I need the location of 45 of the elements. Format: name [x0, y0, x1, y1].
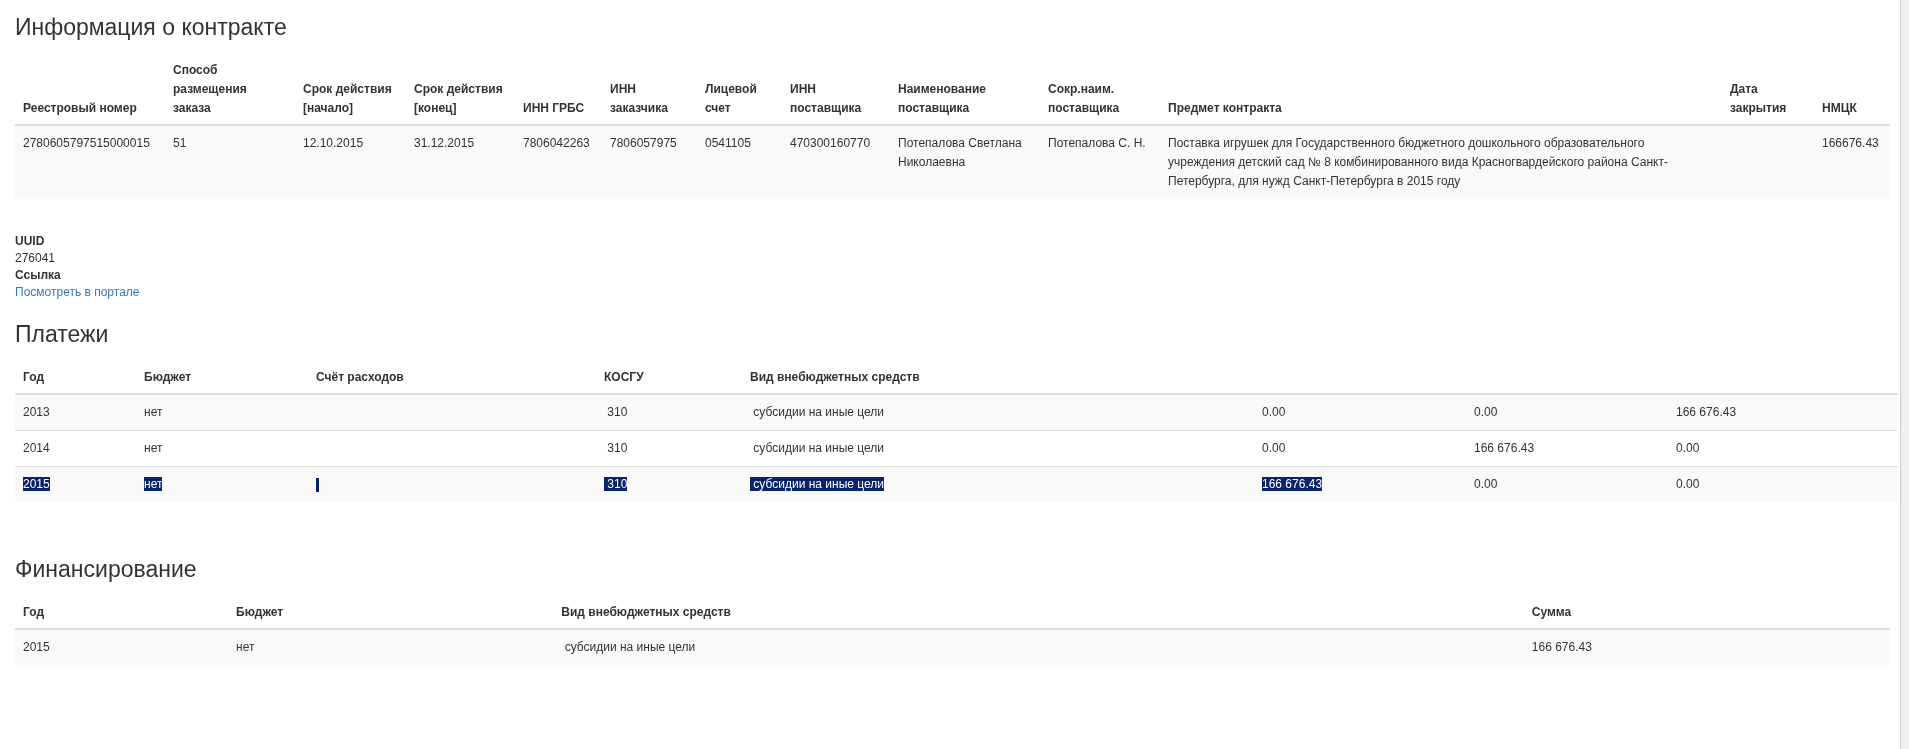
table-cell: 0.00 [1262, 441, 1286, 455]
table-cell: нет [144, 441, 163, 455]
table-cell: Потепалова С. Н. [1040, 125, 1160, 199]
section-title: Платежи [15, 321, 110, 348]
table-cell-text: 310 [606, 441, 628, 455]
table-cell: 2013 [23, 405, 50, 419]
section-title: Информация о контракте [15, 14, 288, 41]
table-cell: 31.12.2015 [406, 125, 515, 199]
table-cell: Потепалова Светлана Николаевна [890, 125, 1040, 199]
table-cell: 0.00 [1474, 477, 1498, 491]
table-cell-text: субсидии на иные цели [752, 441, 884, 455]
table-cell: субсидии на иные цели [750, 477, 884, 491]
table-cell: нет [144, 405, 163, 419]
table-cell: 0541105 [697, 125, 782, 199]
table-cell: 7806057975 [602, 125, 697, 199]
table-cell: 7806042263 [515, 125, 602, 199]
table-cell: 0.00 [1676, 477, 1700, 491]
section-title: Финансирование [15, 556, 198, 583]
table-cell: 2014 [23, 441, 50, 455]
table-cell: 2015 [15, 629, 229, 665]
table-cell: нет [144, 477, 163, 491]
table-cell-text: субсидии на иные цели [752, 405, 884, 419]
field-value: 276041 [15, 250, 57, 267]
field-label: Ссылка [15, 267, 62, 284]
table-cell: нет [228, 629, 554, 665]
scrollbar[interactable] [1900, 0, 1909, 749]
table-cell: 0.00 [1474, 405, 1498, 419]
table-cell: 470300160770 [782, 125, 890, 199]
table-cell: 51 [165, 125, 295, 199]
table-cell: 0.00 [1676, 441, 1700, 455]
table-cell-text: 310 [606, 405, 628, 419]
table-cell: 2015 [23, 477, 50, 491]
table-cell: 166 676.43 [1676, 405, 1737, 419]
table-cell: 310 [604, 477, 628, 491]
table-cell: 166 676.43 [1523, 629, 1890, 665]
table-cell: 2780605797515000015 [15, 125, 165, 199]
table-cell: 0.00 [1262, 405, 1286, 419]
table-cell: 166 676.43 [1262, 477, 1323, 491]
table-cell: 12.10.2015 [295, 125, 406, 199]
table-cell: Поставка игрушек для Государственного бюджетного дошкольного образовательного учреждения детский сад № 8 комбинированного вида Красногвардейского района Санкт-Петербурга, для нужд Санкт-Петербурга в 2015 году [1160, 125, 1722, 199]
table-cell: 166676.43 [1814, 125, 1890, 199]
table-cell: 166 676.43 [1474, 441, 1535, 455]
table-cell: субсидии на иные цели [553, 629, 1524, 665]
portal-link[interactable]: Посмотреть в портале [15, 285, 140, 299]
field-label: UUID [15, 233, 46, 250]
